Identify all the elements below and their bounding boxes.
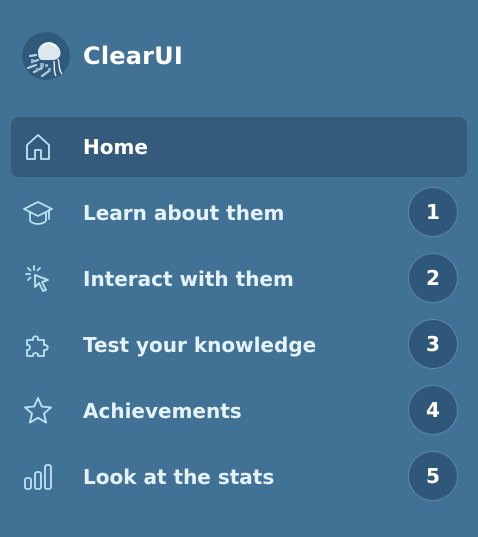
puzzle-icon	[22, 329, 54, 361]
nav-item-achievements-label: Achievements	[83, 399, 242, 423]
main-nav: Home Learn about them 1 Interact with th…	[11, 117, 467, 513]
step-badge-1: 1	[409, 188, 457, 236]
star-icon	[22, 395, 54, 427]
cursor-click-icon	[22, 263, 54, 295]
nav-item-learn-about-them[interactable]: Learn about them 1	[11, 183, 467, 243]
bar-chart-icon	[22, 461, 54, 493]
brand-name: ClearUI	[83, 42, 183, 70]
nav-item-look-at-the-stats[interactable]: Look at the stats 5	[11, 447, 467, 507]
step-badge-4: 4	[409, 386, 457, 434]
nav-item-interact-with-them[interactable]: Interact with them 2	[11, 249, 467, 309]
nav-item-learn-about-them-label: Learn about them	[83, 201, 285, 225]
nav-item-test-your-knowledge-label: Test your knowledge	[83, 333, 317, 357]
brand[interactable]: ClearUI	[22, 32, 183, 80]
nav-item-home[interactable]: Home	[11, 117, 467, 177]
nav-item-home-label: Home	[83, 135, 148, 159]
sidebar: ClearUI Home Learn about them 1 Interact…	[0, 0, 478, 537]
nav-item-interact-with-them-label: Interact with them	[83, 267, 294, 291]
step-badge-2: 2	[409, 254, 457, 302]
step-badge-5: 5	[409, 452, 457, 500]
nav-item-look-at-the-stats-label: Look at the stats	[83, 465, 275, 489]
graduation-cap-icon	[22, 197, 54, 229]
jellyfish-logo-icon	[22, 32, 70, 80]
nav-item-test-your-knowledge[interactable]: Test your knowledge 3	[11, 315, 467, 375]
nav-item-achievements[interactable]: Achievements 4	[11, 381, 467, 441]
home-icon	[22, 131, 54, 163]
step-badge-3: 3	[409, 320, 457, 368]
